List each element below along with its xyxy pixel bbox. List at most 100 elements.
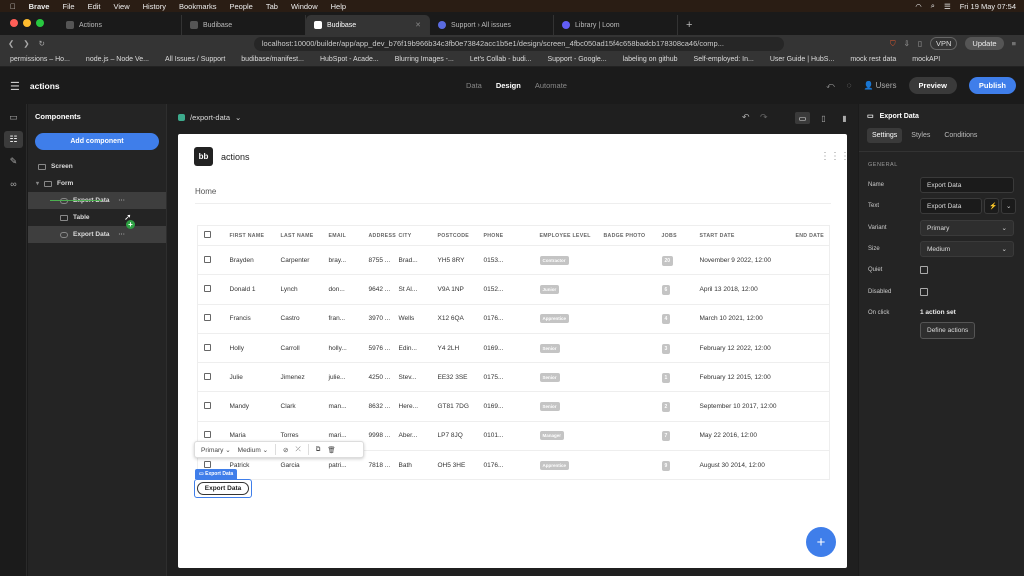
mobile-icon[interactable]: ▮ [837,112,852,124]
bookmark-item[interactable]: Blurring Images -... [395,56,454,63]
column-header[interactable]: EMPLOYEE LEVEL [533,225,598,246]
reload-icon[interactable]: ↻ [39,39,45,48]
route-selector[interactable]: /export-data ⌄ [178,113,241,122]
tree-item-table[interactable]: Table [28,209,166,226]
tree-item-screen[interactable]: Screen [28,158,166,175]
desktop-icon[interactable]: ▭ [795,112,810,124]
table-row[interactable]: Donald 1 Lynch don... 9642 ... St Al... V9A 1… [197,274,830,305]
column-header[interactable]: LAST NAME [274,225,323,246]
new-tab-icon[interactable]: + [678,19,700,35]
download-icon[interactable]: ⇩ [904,39,910,48]
name-field[interactable]: Export Data [920,177,1014,193]
tree-item-form[interactable]: ▾ Form [28,175,166,192]
menubar-item-help[interactable]: Help [331,2,346,11]
menubar-clock[interactable]: Fri 19 May 07:54 [960,2,1016,11]
components-icon[interactable]: ☷ [4,131,23,148]
row-select-cell[interactable] [197,362,224,393]
column-header[interactable]: FIRST NAME [223,225,275,246]
nav-tab-automate[interactable]: Automate [535,81,567,90]
forward-icon[interactable]: ❯ [23,39,29,48]
column-header[interactable]: END DATE [789,225,830,246]
bookmark-item[interactable]: Self-employed: In... [694,56,754,63]
link-icon[interactable]: ∞ [4,175,23,192]
version-icon[interactable]: ◌ [847,81,852,90]
minimize-window-button[interactable] [23,19,31,27]
table-row[interactable]: Brayden Carpenter bray... 8755 ... Brad... YH… [197,245,830,276]
variant-dropdown[interactable]: Primary ⌄ [920,220,1014,236]
table-row[interactable]: Mandy Clark man... 8632 ... Here... GT81 7DG 0… [197,391,830,422]
more-options-icon[interactable]: ··· [118,231,125,238]
browser-tab-budibase-active[interactable]: Budibase ✕ [306,15,430,35]
column-header[interactable]: JOBS [655,225,694,246]
size-dropdown[interactable]: Medium ⌄ [920,241,1014,257]
browser-tab-budibase[interactable]: Budibase [182,15,306,35]
app-grid-icon[interactable]: ⋮⋮⋮ [820,151,850,162]
delete-icon[interactable]: 🗑 [327,446,335,454]
add-component-fab[interactable]: + [806,527,836,557]
bookmark-item[interactable]: Let's Collab - budi... [470,56,532,63]
row-select-cell[interactable] [197,274,224,305]
menubar-item-window[interactable]: Window [291,2,318,11]
menubar-item-tab[interactable]: Tab [266,2,278,11]
column-header[interactable]: START DATE [693,225,790,246]
browser-tab-actions[interactable]: Actions [58,15,182,35]
bookmark-item[interactable]: HubSpot - Acade... [320,56,379,63]
hamburger-menu-icon[interactable]: ☰ [0,80,30,93]
row-select-cell[interactable] [197,304,224,334]
row-checkbox[interactable] [204,402,211,410]
menubar-item-history[interactable]: History [143,2,166,11]
brave-shield-icon[interactable]: ⛉ [890,39,896,49]
menubar-item-file[interactable]: File [62,2,74,11]
column-header[interactable]: POSTCODE [431,225,478,246]
search-icon[interactable]: ⌕ [931,1,935,11]
row-checkbox[interactable] [204,343,211,351]
export-data-button[interactable]: Export Data [196,482,250,495]
bookmark-item[interactable]: budibase/manifest... [241,56,304,63]
menubar-item-view[interactable]: View [114,2,130,11]
wifi-icon[interactable]: ◠ [915,2,922,11]
menubar-item-people[interactable]: People [230,2,253,11]
vpn-button[interactable]: VPN [930,37,958,50]
bookmark-item[interactable]: node.js – Node Ve... [86,56,149,63]
tab-settings[interactable]: Settings [867,128,903,143]
quiet-toggle-icon[interactable]: ⤫ [296,446,301,454]
column-header[interactable]: CITY [392,225,432,246]
column-header[interactable]: BADGE PHOTO [597,225,656,246]
url-field[interactable]: localhost:10000/builder/app/app_dev_b76f… [253,36,784,51]
nav-tab-data[interactable]: Data [466,81,482,90]
revert-icon[interactable]: ⤺ [826,81,835,91]
menubar-item-edit[interactable]: Edit [88,2,101,11]
column-header[interactable]: ADDRESS [362,225,396,246]
visibility-off-icon[interactable]: ⊘ [283,446,288,454]
preview-button[interactable]: Preview [908,77,957,94]
row-select-cell[interactable] [197,245,224,276]
more-options-icon[interactable]: ··· [118,197,125,204]
close-tab-icon[interactable]: ✕ [415,21,421,29]
table-row[interactable]: Francis Castro fran... 3970 ... Wells X12 6QA… [197,304,830,334]
bookmark-item[interactable]: mockAPI [912,56,940,63]
column-header[interactable]: EMAIL [322,225,363,246]
tab-styles[interactable]: Styles [906,128,935,143]
bookmark-item[interactable]: labeling on github [623,56,678,63]
duplicate-icon[interactable]: ⧉ [316,446,321,454]
binding-lightning-icon[interactable]: ⚡ [984,198,999,214]
tree-item-export-data[interactable]: Export Data ··· [28,226,166,243]
menu-icon[interactable]: ≡ [1012,39,1016,48]
apple-icon[interactable]:  [10,2,16,11]
bookmark-item[interactable]: mock rest data [850,56,896,63]
text-field[interactable]: Export Data [920,198,982,214]
nav-tab-design[interactable]: Design [496,81,521,90]
row-select-cell[interactable] [197,333,224,364]
publish-button[interactable]: Publish [968,77,1016,94]
select-all-cell[interactable] [197,225,224,246]
add-component-button[interactable]: Add component [35,133,159,150]
bookmark-item[interactable]: Support - Google... [548,56,607,63]
bookmark-item[interactable]: permissions – Ho... [10,56,70,63]
back-icon[interactable]: ❮ [8,39,14,48]
row-checkbox[interactable] [204,314,211,322]
quiet-checkbox[interactable] [920,266,928,274]
table-row[interactable]: Holly Carroll holly... 5976 ... Edin... Y4 2L… [197,333,830,364]
row-checkbox[interactable] [204,431,211,439]
select-all-checkbox[interactable] [204,231,211,238]
tablet-icon[interactable]: ▯ [816,112,831,124]
